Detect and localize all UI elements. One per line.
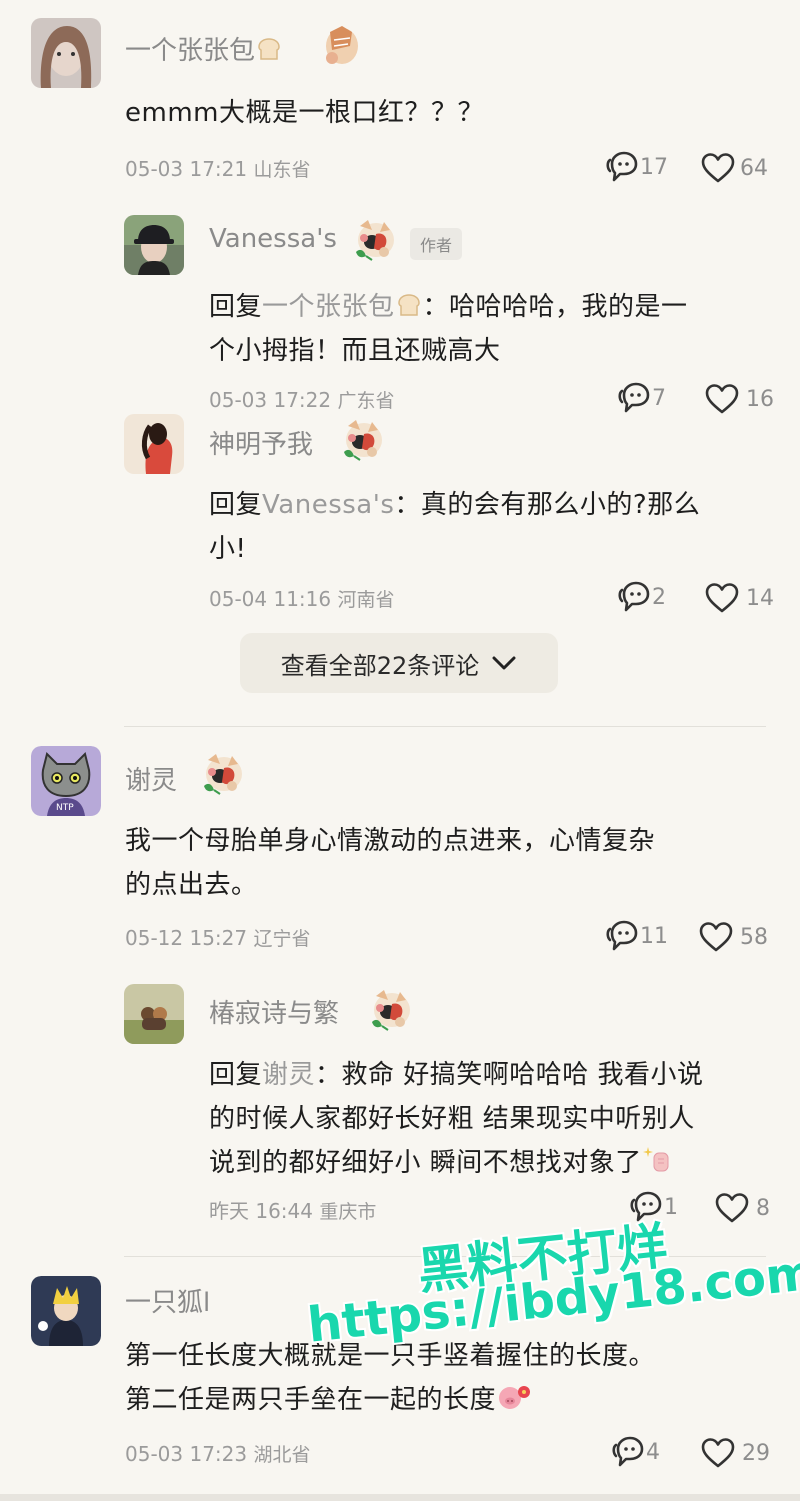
avatar[interactable] bbox=[31, 18, 101, 88]
like-button[interactable]: 14 bbox=[704, 582, 774, 614]
like-button[interactable]: 8 bbox=[714, 1192, 770, 1224]
avatar[interactable] bbox=[124, 414, 184, 474]
reply-meta: 05-03 17:22 广东省 bbox=[209, 388, 395, 412]
reply-meta: 05-04 11:16 河南省 bbox=[209, 587, 395, 611]
username[interactable]: 一只狐l bbox=[125, 1282, 210, 1319]
username[interactable]: 一个张张包 bbox=[125, 30, 283, 67]
heart-icon bbox=[698, 921, 734, 953]
username[interactable]: Vanessa's bbox=[209, 224, 337, 254]
reply-bubble-icon bbox=[618, 580, 652, 614]
reply-mention: Vanessa's bbox=[262, 490, 395, 520]
like-button[interactable]: 16 bbox=[704, 383, 774, 415]
like-button[interactable]: 29 bbox=[700, 1437, 770, 1469]
view-all-label: 查看全部22条评论 bbox=[280, 651, 480, 680]
reply-bubble-icon bbox=[618, 381, 652, 415]
reply-bubble-icon bbox=[606, 919, 640, 953]
avatar[interactable] bbox=[31, 1276, 101, 1346]
heart-icon bbox=[714, 1192, 750, 1224]
character-badge-icon bbox=[338, 418, 386, 464]
avatar[interactable] bbox=[124, 984, 184, 1044]
sparkle-hand-emoji-icon bbox=[642, 1143, 674, 1175]
reply-text: 回复Vanessa's：真的会有那么小的?那么 小! bbox=[209, 490, 701, 564]
reply-bubble-icon bbox=[612, 1435, 646, 1469]
bread-emoji-icon bbox=[395, 289, 423, 317]
bottom-edge bbox=[0, 1494, 800, 1501]
reply-button[interactable]: 4 bbox=[612, 1435, 660, 1469]
divider bbox=[124, 726, 766, 727]
reply-button[interactable]: 2 bbox=[618, 580, 666, 614]
like-button[interactable]: 64 bbox=[700, 152, 768, 184]
comment-meta: 05-03 17:21 山东省 bbox=[125, 157, 311, 181]
author-tag: 作者 bbox=[410, 228, 463, 260]
heart-icon bbox=[700, 152, 736, 184]
username[interactable]: 椿寂诗与繁 bbox=[209, 993, 339, 1030]
reply-meta: 昨天 16:44 重庆市 bbox=[209, 1199, 377, 1223]
comment-text: 第一任长度大概就是一只手竖着握住的长度。 第二任是两只手垒在一起的长度 bbox=[125, 1341, 656, 1415]
comment-text: emmm大概是一根口红？？？ bbox=[125, 98, 484, 128]
reply-button[interactable]: 11 bbox=[606, 919, 668, 953]
heart-icon bbox=[700, 1437, 736, 1469]
character-badge-icon bbox=[316, 22, 364, 68]
character-badge-icon bbox=[198, 752, 246, 798]
reply-text: 回复一个张张包 ：哈哈哈哈，我的是一 个小拇指！而且还贼高大 bbox=[209, 285, 688, 373]
heart-icon bbox=[704, 383, 740, 415]
reply-bubble-icon bbox=[606, 150, 640, 184]
avatar[interactable]: NTP bbox=[31, 746, 101, 816]
reply-mention: 一个张张包 bbox=[262, 292, 395, 322]
heart-icon bbox=[704, 582, 740, 614]
comment-meta: 05-12 15:27 辽宁省 bbox=[125, 926, 311, 950]
username[interactable]: 谢灵 bbox=[125, 760, 177, 797]
chevron-down-icon bbox=[491, 649, 517, 677]
like-button[interactable]: 58 bbox=[698, 921, 768, 953]
reply-mention: 谢灵 bbox=[262, 1060, 316, 1090]
svg-text:NTP: NTP bbox=[56, 803, 74, 813]
character-badge-icon bbox=[350, 218, 398, 264]
reply-button[interactable]: 7 bbox=[618, 381, 666, 415]
comment-text: 我一个母胎单身心情激动的点进来，心情复杂 的点出去。 bbox=[125, 826, 656, 900]
reply-button[interactable]: 17 bbox=[606, 150, 668, 184]
avatar[interactable] bbox=[124, 215, 184, 275]
username[interactable]: 神明予我 bbox=[209, 424, 313, 461]
view-all-comments-button[interactable]: 查看全部22条评论 bbox=[240, 633, 558, 693]
pig-flower-emoji-icon bbox=[496, 1382, 532, 1412]
comment-meta: 05-03 17:23 湖北省 bbox=[125, 1442, 311, 1466]
bread-emoji-icon bbox=[255, 35, 283, 63]
reply-text: 回复谢灵：救命 好搞笑啊哈哈哈 我看小说 的时候人家都好长好粗 结果现实中听别人… bbox=[209, 1060, 704, 1178]
character-badge-icon bbox=[366, 988, 414, 1034]
